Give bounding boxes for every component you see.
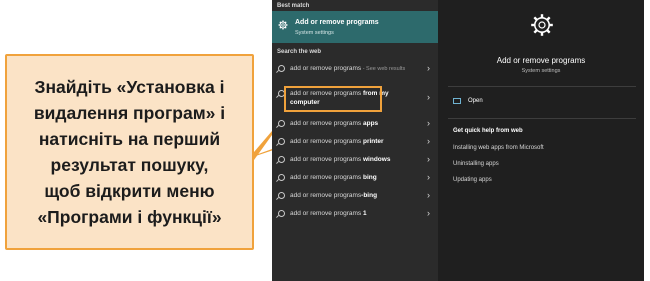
- result-query: add or remove programs: [290, 210, 363, 217]
- results-column: Best match Add or remove programs System…: [272, 0, 438, 281]
- web-result-row[interactable]: add or remove programs windows ›: [272, 151, 438, 169]
- result-query: add or remove programs: [290, 65, 362, 72]
- details-subtitle: System settings: [521, 68, 561, 74]
- chevron-right-icon: ›: [427, 190, 430, 200]
- web-result-row[interactable]: add or remove programs 1 ›: [272, 205, 438, 223]
- chevron-right-icon: ›: [427, 63, 430, 73]
- result-query: add or remove programs: [290, 156, 363, 163]
- divider: [448, 86, 636, 87]
- result-query: add or remove programs: [290, 174, 363, 181]
- divider: [448, 118, 636, 119]
- result-completion: 1: [362, 210, 367, 217]
- web-result-row[interactable]: add or remove programs bing ›: [272, 169, 438, 187]
- result-completion: apps: [362, 120, 379, 127]
- details-title: Add or remove programs: [496, 56, 586, 65]
- search-icon: [278, 174, 285, 181]
- search-icon: [278, 210, 285, 217]
- result-highlight: [284, 86, 382, 112]
- help-link[interactable]: Updating apps: [453, 177, 492, 183]
- search-icon: [278, 138, 285, 145]
- chevron-right-icon: ›: [427, 118, 430, 128]
- gear-icon: [278, 20, 288, 30]
- search-icon: [278, 192, 285, 199]
- web-result-row[interactable]: add or remove programs - See web results…: [272, 60, 438, 78]
- best-match-result[interactable]: Add or remove programs System settings: [272, 11, 438, 43]
- search-icon: [278, 120, 285, 127]
- chevron-right-icon: ›: [427, 154, 430, 164]
- result-completion: bing: [362, 174, 377, 181]
- chevron-right-icon: ›: [427, 136, 430, 146]
- result-query: add or remove programs: [290, 192, 362, 199]
- web-section-label: Search the web: [277, 49, 322, 55]
- result-completion: windows: [362, 156, 391, 163]
- web-result-row[interactable]: add or remove programs-bing ›: [272, 187, 438, 205]
- details-pane: Add or remove programs System settings O…: [438, 0, 644, 281]
- result-completion: printer: [362, 138, 384, 145]
- help-title: Get quick help from web: [453, 128, 523, 134]
- gear-icon: [531, 14, 553, 36]
- result-completion: -bing: [361, 192, 378, 199]
- best-match-subtitle: System settings: [295, 30, 334, 36]
- web-result-row[interactable]: add or remove programs apps ›: [272, 115, 438, 133]
- result-query: add or remove programs: [290, 120, 363, 127]
- chevron-right-icon: ›: [427, 172, 430, 182]
- help-link[interactable]: Installing web apps from Microsoft: [453, 145, 544, 151]
- result-suffix: - See web results: [361, 66, 406, 72]
- chevron-right-icon: ›: [427, 208, 430, 218]
- chevron-right-icon: ›: [427, 92, 430, 102]
- search-icon: [278, 156, 285, 163]
- best-match-label: Best match: [277, 3, 310, 9]
- help-link[interactable]: Uninstalling apps: [453, 161, 499, 167]
- search-icon: [278, 65, 285, 72]
- result-query: add or remove programs: [290, 138, 363, 145]
- open-window-icon: [453, 98, 461, 104]
- open-label: Open: [468, 98, 483, 104]
- web-result-row[interactable]: add or remove programs printer ›: [272, 133, 438, 151]
- windows-search-panel: Best match Add or remove programs System…: [272, 0, 644, 281]
- best-match-title: Add or remove programs: [295, 19, 379, 26]
